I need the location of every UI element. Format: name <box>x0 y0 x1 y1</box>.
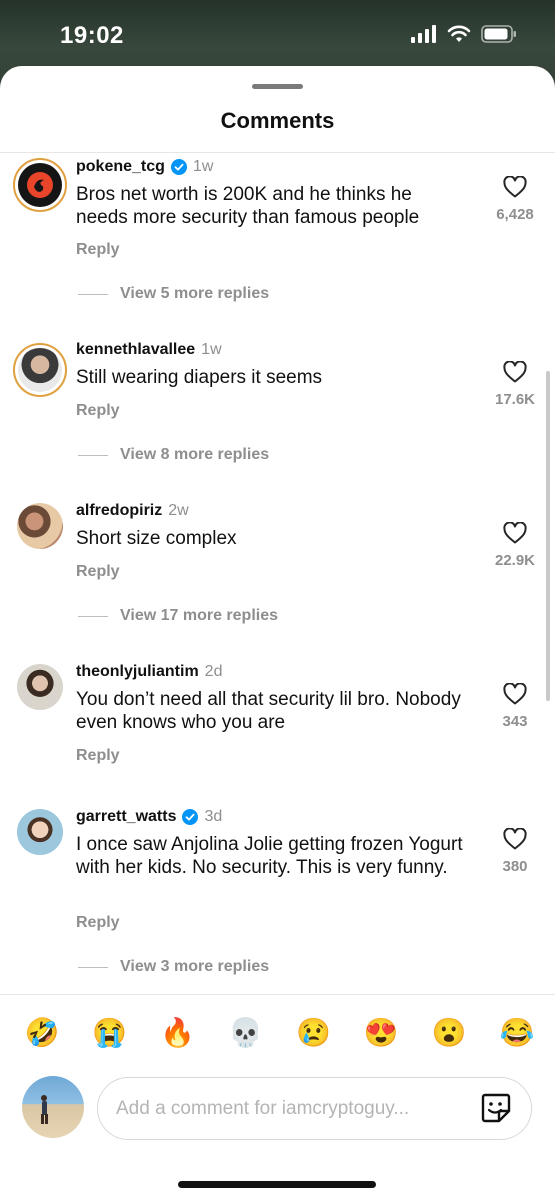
comment-username[interactable]: garrett_watts <box>76 808 176 826</box>
view-replies-button[interactable]: View 5 more replies <box>78 285 269 303</box>
avatar-figure <box>41 1095 48 1124</box>
thread-line <box>78 615 108 617</box>
avatar[interactable] <box>17 664 63 710</box>
emoji-laughing[interactable]: 😂 <box>497 1016 537 1049</box>
heart-outline-icon <box>503 176 527 198</box>
divider <box>0 152 555 153</box>
reply-button[interactable]: Reply <box>76 563 120 581</box>
view-replies-button[interactable]: View 8 more replies <box>78 446 269 464</box>
like-button[interactable]: 6,428 <box>490 176 540 223</box>
current-user-avatar[interactable] <box>22 1076 84 1138</box>
comment-text: Bros net worth is 200K and he thinks he … <box>76 184 420 228</box>
like-count: 380 <box>502 858 528 875</box>
thread-line <box>78 293 108 295</box>
like-count: 6,428 <box>496 206 534 223</box>
comment-username[interactable]: kennethlavallee <box>76 341 195 359</box>
like-count: 17.6K <box>494 391 536 408</box>
like-button[interactable]: 22.9K <box>490 522 540 569</box>
comment-time: 2d <box>204 663 223 680</box>
heart-outline-icon <box>503 522 527 544</box>
comment-input-placeholder: Add a comment for iamcryptoguy... <box>116 1097 410 1119</box>
view-replies-button[interactable]: View 17 more replies <box>78 607 278 625</box>
avatar[interactable] <box>17 809 63 855</box>
emoji-surprised[interactable]: 😮 <box>429 1016 469 1049</box>
scrollbar[interactable] <box>546 371 550 701</box>
comment-username[interactable]: pokene_tcg <box>76 158 165 176</box>
comment-header: theonlyjuliantim 2d <box>76 663 222 681</box>
view-replies-label: View 8 more replies <box>120 446 270 463</box>
comment-text: You don’t need all that security lil bro… <box>76 689 461 733</box>
wifi-icon <box>447 25 471 42</box>
emoji-skull[interactable]: 💀 <box>226 1016 266 1049</box>
reply-button[interactable]: Reply <box>76 241 120 259</box>
reply-button[interactable]: Reply <box>76 914 120 932</box>
divider <box>0 994 555 995</box>
comment-input[interactable]: Add a comment for iamcryptoguy... <box>97 1077 532 1140</box>
emoji-rofl[interactable]: 🤣 <box>22 1016 62 1049</box>
comment-text: I once saw Anjolina Jolie getting frozen… <box>76 834 463 878</box>
like-button[interactable]: 17.6K <box>490 361 540 408</box>
comment-text: Short size complex <box>76 528 237 549</box>
avatar[interactable] <box>13 343 67 397</box>
verified-badge-icon <box>182 809 199 825</box>
comment-time: 2w <box>168 502 189 519</box>
like-count: 22.9K <box>494 552 536 569</box>
comment-time: 1w <box>192 158 214 175</box>
like-count: 343 <box>502 713 528 730</box>
view-replies-button[interactable]: View 3 more replies <box>78 958 269 976</box>
comments-sheet: Comments pokene_tcg 1w Bros net worth is… <box>0 66 555 1200</box>
like-button[interactable]: 380 <box>490 828 540 875</box>
status-icons <box>411 25 517 43</box>
sheet-title: Comments <box>220 108 335 133</box>
emoji-quick-bar: 🤣 😭 🔥 💀 😢 😍 😮 😂 <box>22 1016 537 1049</box>
comment-time: 1w <box>201 341 222 358</box>
thread-line <box>78 966 108 968</box>
status-time: 19:02 <box>60 22 124 49</box>
avatar[interactable] <box>17 503 63 549</box>
comment-header: kennethlavallee 1w <box>76 341 222 359</box>
comment-header: pokene_tcg 1w <box>76 158 213 176</box>
avatar[interactable] <box>13 158 67 212</box>
status-bar: 19:02 <box>0 0 555 70</box>
reply-button[interactable]: Reply <box>76 747 120 765</box>
comment-username[interactable]: alfredopiriz <box>76 502 162 520</box>
emoji-heart-eyes[interactable]: 😍 <box>361 1016 401 1049</box>
emoji-fire[interactable]: 🔥 <box>158 1016 198 1049</box>
reply-button[interactable]: Reply <box>76 402 120 420</box>
sheet-grabber[interactable] <box>252 84 303 89</box>
view-replies-label: View 5 more replies <box>120 285 270 302</box>
avatar-logo <box>27 172 53 198</box>
heart-outline-icon <box>503 361 527 383</box>
comment-text: Still wearing diapers it seems <box>76 367 323 388</box>
heart-outline-icon <box>503 828 527 850</box>
comment-username[interactable]: theonlyjuliantim <box>76 663 199 681</box>
like-button[interactable]: 343 <box>490 683 540 730</box>
emoji-crying[interactable]: 😭 <box>90 1016 130 1049</box>
comment-header: garrett_watts 3d <box>76 808 222 826</box>
verified-badge-icon <box>170 159 187 175</box>
view-replies-label: View 3 more replies <box>120 958 270 975</box>
sticker-icon[interactable] <box>479 1091 513 1125</box>
comment-header: alfredopiriz 2w <box>76 502 189 520</box>
emoji-sad[interactable]: 😢 <box>293 1016 333 1049</box>
home-indicator[interactable] <box>178 1181 376 1188</box>
heart-outline-icon <box>503 683 527 705</box>
view-replies-label: View 17 more replies <box>120 607 279 624</box>
signal-icon <box>411 25 436 43</box>
thread-line <box>78 454 108 456</box>
battery-icon <box>481 25 516 43</box>
comment-time: 3d <box>204 808 223 825</box>
